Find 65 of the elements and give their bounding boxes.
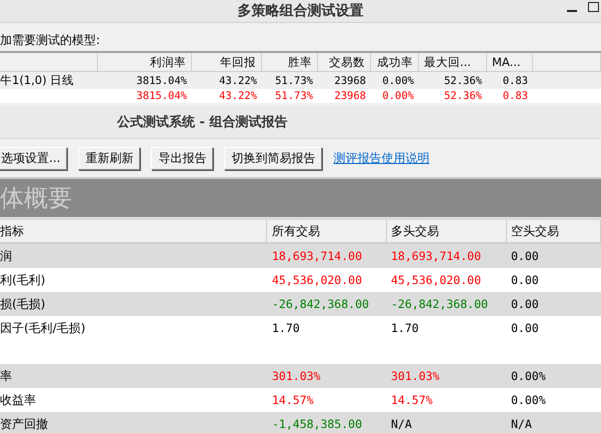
toolbar-button[interactable]: 切换到简易报告 (224, 146, 322, 170)
column-header[interactable]: 成功率 (371, 53, 419, 71)
table-cell: 3815.04% (136, 90, 187, 102)
table-cell: 51.73% (275, 90, 313, 102)
table-cell: 0.00% (382, 74, 414, 86)
column-header[interactable]: 所有交易 (267, 220, 387, 242)
table-cell: 45,536,020.00 (272, 273, 362, 287)
table-cell: 14.57% (272, 393, 314, 407)
table-cell: 0.00 (511, 249, 539, 263)
table-cell: 301.03% (391, 369, 440, 383)
table-cell: -26,842,368.00 (272, 297, 369, 311)
section-title: 体概要 (0, 183, 72, 214)
table-cell: 51.73% (275, 74, 313, 86)
column-header[interactable]: 利润率 (98, 53, 192, 71)
table-cell: 0.00 (511, 273, 539, 287)
table-cell: 1.70 (391, 321, 419, 335)
table-cell: N/A (511, 417, 532, 431)
table-cell: 1.70 (272, 321, 300, 335)
table-cell: 45,536,020.00 (391, 273, 482, 287)
table-cell: 0.00% (511, 369, 546, 383)
column-header[interactable]: 交易数 (318, 53, 371, 71)
metric-label: 损(毛损) (0, 296, 46, 312)
column-header[interactable]: 多头交易 (387, 220, 507, 242)
help-link[interactable]: 测评报告使用说明 (333, 150, 430, 166)
table-cell: 0.83 (502, 74, 528, 86)
table-cell: 0.83 (502, 90, 528, 102)
metric-label: 利(毛利) (0, 272, 46, 288)
table-cell: N/A (391, 417, 412, 431)
metric-label: 润 (0, 248, 12, 264)
table-cell: 0.00 (511, 321, 539, 335)
table-cell: 18,693,714.00 (272, 249, 362, 263)
model-name: 牛1(1,0) 日线 (0, 73, 74, 88)
table-cell: 18,693,714.00 (391, 249, 482, 263)
toolbar-button[interactable]: 导出报告 (151, 146, 214, 170)
column-header[interactable]: 指标 (0, 220, 267, 242)
table-cell: 0.00 (511, 297, 539, 311)
table-cell: 23968 (334, 90, 366, 102)
table-cell: 52.36% (444, 74, 482, 86)
window-title: 公式测试系统 - 组合测试报告 (117, 114, 288, 131)
maximize-icon[interactable] (588, 2, 599, 12)
metric-label: 收益率 (0, 392, 36, 408)
window-title: 多策略组合测试设置 (238, 2, 364, 20)
metric-label: 资产回撤 (0, 416, 48, 432)
table-cell: 14.57% (391, 393, 433, 407)
minimize-icon[interactable] (567, 10, 577, 13)
metric-label: 因子(毛利/毛损) (0, 320, 86, 336)
table-cell: 52.36% (444, 90, 482, 102)
table-cell: 0.00% (511, 393, 546, 407)
table-cell: 43.22% (219, 90, 257, 102)
column-header[interactable]: 胜率 (262, 53, 318, 71)
prompt-label: 加需要测试的模型: (0, 32, 102, 49)
metric-label: 率 (0, 368, 12, 384)
table-cell: 301.03% (272, 369, 320, 383)
column-header[interactable]: 空头交易 (507, 220, 601, 242)
toolbar-button[interactable]: 重新刷新 (78, 146, 140, 170)
table-cell: 3815.04% (136, 74, 187, 86)
column-header[interactable]: 最大回... (419, 53, 487, 71)
table-cell: 0.00% (382, 90, 414, 102)
toolbar-button[interactable]: 选项设置... (0, 146, 68, 170)
table-cell: -1,458,385.00 (272, 417, 362, 431)
table-cell: 23968 (334, 74, 366, 86)
table-cell: 43.22% (219, 74, 257, 86)
column-header[interactable]: MA... (487, 53, 533, 71)
column-header[interactable]: 年回报 (192, 53, 262, 71)
table-cell: -26,842,368.00 (391, 297, 488, 311)
